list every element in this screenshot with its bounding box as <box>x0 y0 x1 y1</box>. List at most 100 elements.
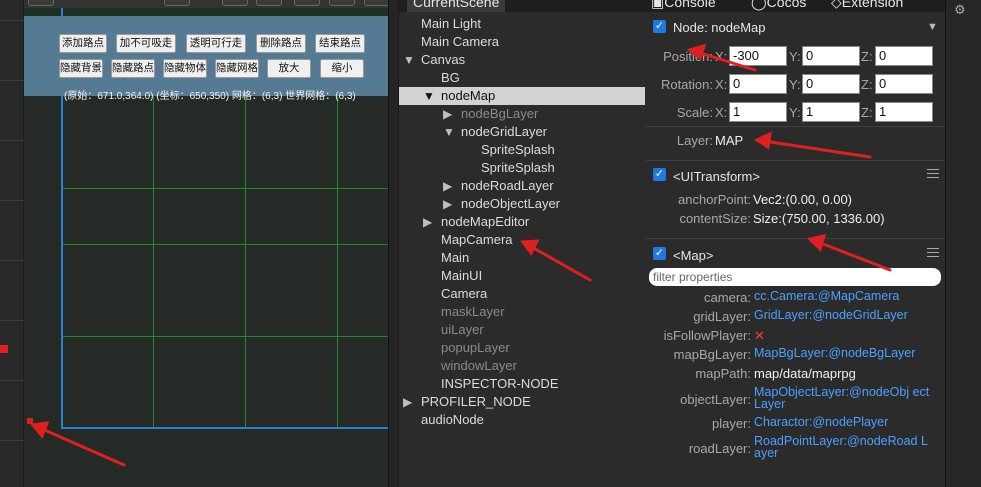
node-active-checkbox[interactable]: ✓ <box>653 20 666 33</box>
zoom-out-button[interactable]: 缩小 <box>320 59 364 78</box>
hide-waypoints-button[interactable]: 隐藏路点 <box>111 59 155 78</box>
position-z-label: Z: <box>861 49 873 64</box>
hierarchy-panel: CurrentScene Main Light Main Camera ▼ Canva… <box>398 0 646 487</box>
expand-arrow-icon[interactable]: ▼ <box>443 123 455 141</box>
ruler-tick <box>0 320 24 321</box>
map-prop-label: isFollowPlayer: <box>663 328 751 343</box>
tree-item-label: nodeRoadLayer <box>461 178 554 193</box>
collapse-arrow-icon[interactable]: ▶ <box>403 393 412 411</box>
scale-z-input[interactable]: 1 <box>875 102 933 122</box>
tree-item[interactable]: popupLayer <box>399 339 646 357</box>
tools-icon[interactable]: ✂ <box>364 0 390 6</box>
rotation-z-input[interactable]: 0 <box>875 74 933 94</box>
tab-extension[interactable]: ◇Extension <box>825 0 909 12</box>
uitransform-enabled-checkbox[interactable]: ✓ <box>653 168 666 181</box>
tree-item[interactable]: Main <box>399 249 646 267</box>
delete-waypoint-button[interactable]: 删除路点 <box>256 34 306 53</box>
map-prop-value[interactable]: MapBgLayer:@nodeBgLayer <box>754 347 915 360</box>
tab-console-label: Console <box>664 0 716 10</box>
hierarchy-tabs: CurrentScene <box>399 0 646 12</box>
expand-arrow-icon[interactable]: ▼ <box>403 51 415 69</box>
map-prop-value[interactable]: RoadPointLayer:@nodeRoad Layer <box>754 435 932 460</box>
frame-icon[interactable] <box>329 0 355 6</box>
tab-console[interactable]: ▣Console <box>645 0 722 12</box>
tree-item-label: MapCamera <box>441 232 513 247</box>
hide-objects-button[interactable]: 隐藏物体 <box>163 59 207 78</box>
tree-item-label: windowLayer <box>441 358 517 373</box>
pause-icon[interactable]: ॥ <box>164 0 190 6</box>
tree-item[interactable]: ▶ nodeObjectLayer <box>399 195 646 213</box>
tree-item[interactable]: BG <box>399 69 646 87</box>
position-x-input[interactable]: -300 <box>729 46 787 66</box>
tree-item-label: SpriteSplash <box>481 160 555 175</box>
tree-item[interactable]: ▶ PROFILER_NODE <box>399 393 646 411</box>
collapse-arrow-icon[interactable]: ▶ <box>443 177 452 195</box>
location-icon[interactable] <box>256 0 282 6</box>
filter-properties-input[interactable]: filter properties <box>649 268 941 286</box>
layer-value[interactable]: MAP <box>715 133 743 148</box>
collapse-arrow-icon[interactable]: ▶ <box>443 105 452 123</box>
tree-item[interactable]: ▶ nodeBgLayer <box>399 105 646 123</box>
uitransform-menu-icon[interactable] <box>927 169 939 178</box>
collapse-arrow-icon[interactable]: ▶ <box>443 195 452 213</box>
scale-y-input[interactable]: 1 <box>802 102 860 122</box>
map-prop-value[interactable]: cc.Camera:@MapCamera <box>754 290 899 303</box>
tree-item[interactable]: uiLayer <box>399 321 646 339</box>
devtools-window: ⟳ ॥ ✂ 添加路点 加不可吸走 透明可行走 <box>0 0 981 487</box>
tab-current-scene[interactable]: CurrentScene <box>407 0 506 12</box>
tree-item[interactable]: ▶ nodeMapEditor <box>399 213 646 231</box>
collapse-triangle-icon[interactable]: ▼ <box>927 21 938 33</box>
transparent-walkable-button[interactable]: 透明可行走 <box>186 34 246 53</box>
zoom-in-button[interactable]: 放大 <box>267 59 311 78</box>
tree-item[interactable]: INSPECTOR-NODE <box>399 375 646 393</box>
tree-item[interactable]: ▼ nodeMap <box>399 87 646 105</box>
map-bound-bottom <box>61 427 388 429</box>
tree-item[interactable]: ▼ nodeGridLayer <box>399 123 646 141</box>
add-blocked-button[interactable]: 加不可吸走 <box>116 34 176 53</box>
sound-icon[interactable] <box>222 0 248 6</box>
tree-item[interactable]: SpriteSplash <box>399 141 646 159</box>
position-y-input[interactable]: 0 <box>802 46 860 66</box>
tree-item[interactable]: audioNode <box>399 411 646 429</box>
map-prop-value[interactable]: MapObjectLayer:@nodeObj ectLayer <box>754 386 932 411</box>
anchor-point-label: anchorPoint: <box>678 192 751 207</box>
tree-item[interactable]: Camera <box>399 285 646 303</box>
game-canvas[interactable]: 添加路点 加不可吸走 透明可行走 删除路点 结束路点 隐藏背景 隐藏路点 隐藏物… <box>24 8 388 487</box>
tree-item[interactable]: ▼ Canvas <box>399 51 646 69</box>
ruler-tick <box>0 20 24 21</box>
tree-item[interactable]: ▶ nodeRoadLayer <box>399 177 646 195</box>
rotation-x-input[interactable]: 0 <box>729 74 787 94</box>
tree-item[interactable]: MainUI <box>399 267 646 285</box>
rotation-y-input[interactable]: 0 <box>802 74 860 94</box>
hide-background-button[interactable]: 隐藏背景 <box>59 59 103 78</box>
tree-item[interactable]: MapCamera <box>399 231 646 249</box>
tree-item[interactable]: Main Light <box>399 15 646 33</box>
map-enabled-checkbox[interactable]: ✓ <box>653 247 666 260</box>
hide-grid-button[interactable]: 隐藏网格 <box>215 59 259 78</box>
content-size-value: Size:(750.00, 1336.00) <box>753 211 885 226</box>
expand-arrow-icon[interactable]: ▼ <box>423 87 435 105</box>
map-prop-value[interactable]: Charactor:@nodePlayer <box>754 416 888 429</box>
map-menu-icon[interactable] <box>927 248 939 257</box>
grid-line <box>61 336 388 337</box>
end-waypoint-button[interactable]: 结束路点 <box>315 34 365 53</box>
tree-item-label: Camera <box>441 286 488 301</box>
preview-scrollbar[interactable] <box>388 0 398 487</box>
settings-gear-icon[interactable]: ⚙ <box>954 2 966 18</box>
refresh-icon[interactable]: ⟳ <box>28 0 54 6</box>
move-icon[interactable] <box>294 0 320 6</box>
tree-item-label: BG <box>441 70 460 85</box>
tree-item[interactable]: windowLayer <box>399 357 646 375</box>
tree-item[interactable]: SpriteSplash <box>399 159 646 177</box>
preview-toolbar: ⟳ ॥ ✂ <box>24 0 398 8</box>
tree-item[interactable]: maskLayer <box>399 303 646 321</box>
tree-item-label: Canvas <box>421 52 466 67</box>
position-z-input[interactable]: 0 <box>875 46 933 66</box>
tree-item[interactable]: Main Camera <box>399 33 646 51</box>
scale-x-input[interactable]: 1 <box>729 102 787 122</box>
add-waypoint-button[interactable]: 添加路点 <box>59 34 107 53</box>
tree-item-label: maskLayer <box>441 304 505 319</box>
tab-cocos[interactable]: ◯Cocos <box>745 0 812 12</box>
map-prop-value[interactable]: GridLayer:@nodeGridLayer <box>754 309 908 322</box>
collapse-arrow-icon[interactable]: ▶ <box>423 213 432 231</box>
